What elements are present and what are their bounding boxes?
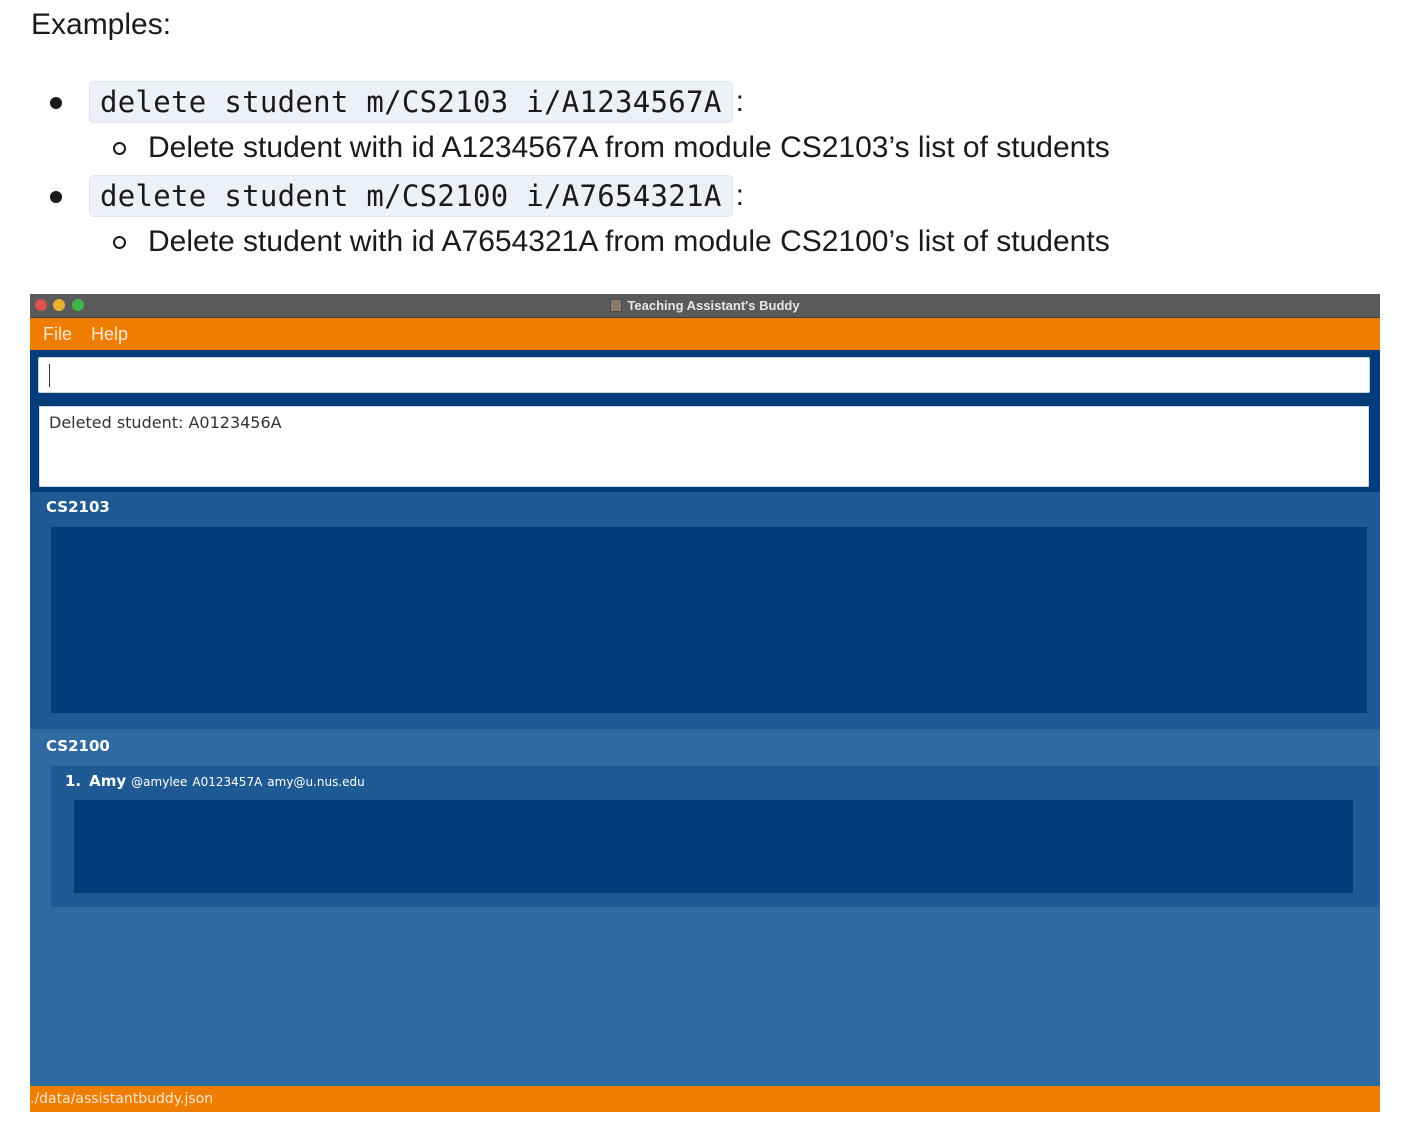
student-name: Amy <box>89 772 127 790</box>
example-description-item: Delete student with id A7654321A from mo… <box>113 222 1110 262</box>
module-title: CS2100 <box>46 737 110 755</box>
menu-file[interactable]: File <box>43 324 72 345</box>
result-display: Deleted student: A0123456A <box>39 406 1369 487</box>
circle-bullet-icon <box>113 141 126 155</box>
module-title: CS2103 <box>46 498 110 516</box>
example-description: Delete student with id A1234567A from mo… <box>148 131 1110 164</box>
window-title: Teaching Assistant's Buddy <box>627 298 800 313</box>
module-card-cs2103: CS2103 <box>30 492 1380 729</box>
menu-bar: File Help <box>30 318 1380 350</box>
title-bar: Teaching Assistant's Buddy <box>30 294 1380 318</box>
text-caret <box>49 364 50 387</box>
result-text: Deleted student: A0123456A <box>49 413 282 432</box>
student-id: A0123457A <box>192 775 263 789</box>
bullet-icon <box>50 191 62 203</box>
example-item: delete student m/CS2100 i/A7654321A : <box>50 174 744 218</box>
menu-help[interactable]: Help <box>91 324 128 345</box>
status-bar: ./data/assistantbuddy.json <box>30 1086 1380 1112</box>
examples-heading: Examples: <box>31 8 172 41</box>
student-telegram: @amylee <box>131 775 188 789</box>
example-description-item: Delete student with id A1234567A from mo… <box>113 128 1110 168</box>
student-list-panel <box>51 527 1367 713</box>
student-detail-panel <box>74 800 1353 893</box>
example-description: Delete student with id A7654321A from mo… <box>148 225 1110 258</box>
app-window-screenshot: Teaching Assistant's Buddy File Help Del… <box>30 294 1380 1112</box>
example-colon: : <box>735 85 744 118</box>
data-file-path: ./data/assistantbuddy.json <box>30 1091 214 1107</box>
command-input[interactable] <box>38 357 1370 393</box>
example-item: delete student m/CS2103 i/A1234567A : <box>50 80 744 124</box>
student-info: 1. Amy @amylee A0123457A amy@u.nus.edu <box>65 772 370 790</box>
example-command: delete student m/CS2100 i/A7654321A <box>89 175 733 217</box>
student-index: 1. <box>65 772 82 790</box>
example-command: delete student m/CS2103 i/A1234567A <box>89 81 733 123</box>
circle-bullet-icon <box>113 235 126 249</box>
bullet-icon <box>50 97 62 109</box>
app-icon <box>610 299 623 312</box>
student-card[interactable]: 1. Amy @amylee A0123457A amy@u.nus.edu <box>51 766 1379 907</box>
example-colon: : <box>735 179 744 212</box>
command-area: Deleted student: A0123456A <box>30 350 1380 492</box>
student-email: amy@u.nus.edu <box>267 775 365 789</box>
